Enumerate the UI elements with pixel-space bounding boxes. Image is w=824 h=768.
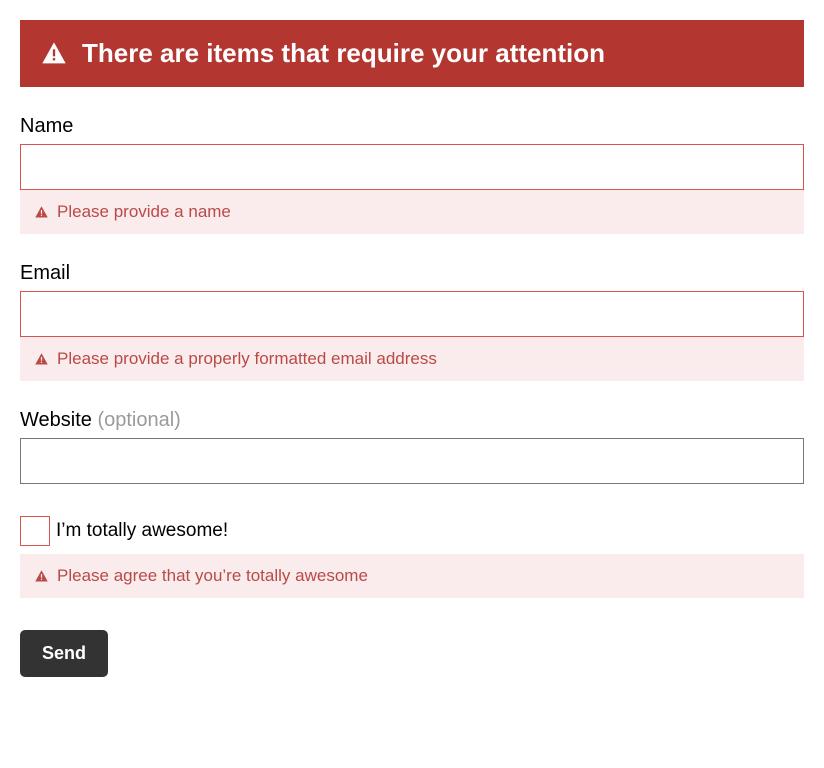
send-button[interactable]: Send: [20, 630, 108, 677]
name-error-text: Please provide a name: [57, 202, 231, 222]
awesome-checkbox[interactable]: [20, 516, 50, 546]
email-error-message: Please provide a properly formatted emai…: [20, 337, 804, 381]
name-input[interactable]: [20, 144, 804, 190]
website-field-group: Website (optional): [20, 409, 804, 484]
warning-icon: [34, 205, 49, 220]
warning-icon: [34, 352, 49, 367]
alert-heading: There are items that require your attent…: [82, 38, 605, 69]
name-label: Name: [20, 115, 804, 138]
website-input[interactable]: [20, 438, 804, 484]
website-optional-text: (optional): [97, 409, 180, 431]
validation-alert-banner: There are items that require your attent…: [20, 20, 804, 87]
awesome-checkbox-label: I’m totally awesome!: [56, 520, 228, 542]
awesome-error-text: Please agree that you’re totally awesome: [57, 566, 368, 586]
email-field-group: Email Please provide a properly formatte…: [20, 262, 804, 381]
website-label-text: Website: [20, 409, 92, 431]
warning-icon: [40, 40, 68, 68]
website-label: Website (optional): [20, 409, 804, 432]
email-input[interactable]: [20, 291, 804, 337]
name-error-message: Please provide a name: [20, 190, 804, 234]
email-error-text: Please provide a properly formatted emai…: [57, 349, 437, 369]
awesome-error-message: Please agree that you’re totally awesome: [20, 554, 804, 598]
name-field-group: Name Please provide a name: [20, 115, 804, 234]
email-label: Email: [20, 262, 804, 285]
awesome-checkbox-row: I’m totally awesome!: [20, 516, 804, 546]
warning-icon: [34, 569, 49, 584]
